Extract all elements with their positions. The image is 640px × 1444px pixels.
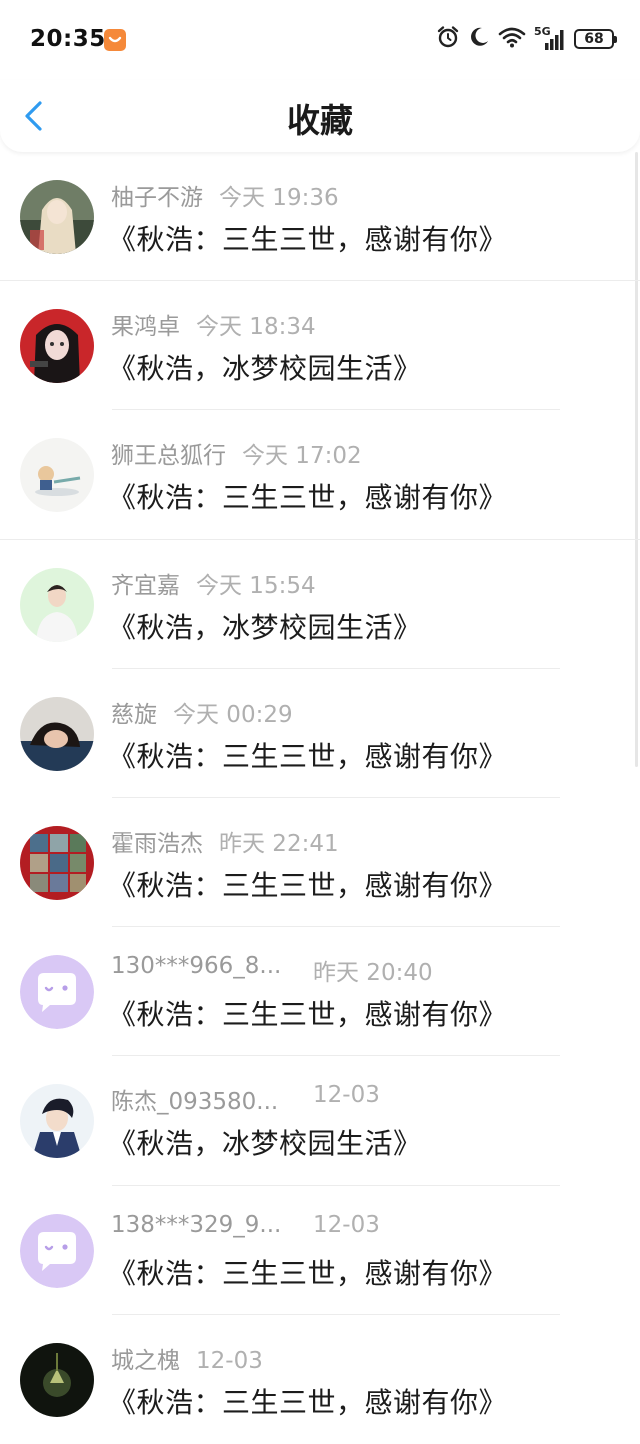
avatar[interactable] — [20, 567, 94, 642]
list-item[interactable]: 138***329_9... 12-03 《秋浩：三生三世，感谢有你》 — [0, 1186, 640, 1315]
author-name[interactable]: 130***966_8... — [111, 953, 297, 979]
author-name[interactable]: 齐宜嘉 — [111, 566, 180, 600]
story-title[interactable]: 《秋浩，冰梦校园生活》 — [108, 606, 422, 646]
avatar[interactable] — [20, 696, 94, 771]
item-meta: 果鸿卓 今天 18:34 — [111, 307, 316, 341]
timestamp: 今天 00:29 — [173, 701, 293, 728]
list-item[interactable]: 霍雨浩杰 昨天 22:41 《秋浩：三生三世，感谢有你》 — [0, 798, 640, 928]
item-meta: 狮王总狐行 今天 17:02 — [111, 436, 362, 470]
list-item[interactable]: 陈杰_093580... 12-03 《秋浩，冰梦校园生活》 — [0, 1056, 640, 1186]
timestamp: 昨天 20:40 — [313, 960, 433, 987]
author-name[interactable]: 城之槐 — [111, 1341, 180, 1375]
avatar[interactable] — [20, 1084, 94, 1159]
item-meta: 霍雨浩杰 昨天 22:41 — [111, 824, 339, 858]
timestamp: 今天 17:02 — [242, 443, 362, 470]
timestamp: 今天 15:54 — [196, 572, 316, 599]
timestamp: 12-03 — [196, 1347, 263, 1374]
list-item[interactable]: 慈旋 今天 00:29 《秋浩：三生三世，感谢有你》 — [0, 669, 640, 798]
story-title[interactable]: 《秋浩：三生三世，感谢有你》 — [108, 735, 507, 775]
battery-indicator: 68 — [574, 29, 617, 49]
list-item[interactable]: 齐宜嘉 今天 15:54 《秋浩，冰梦校园生活》 — [0, 540, 640, 669]
story-title[interactable]: 《秋浩：三生三世，感谢有你》 — [108, 218, 507, 258]
status-bar: 20:35 5G 68 — [0, 0, 640, 80]
author-name[interactable]: 慈旋 — [111, 695, 157, 729]
avatar[interactable] — [20, 309, 94, 384]
story-title[interactable]: 《秋浩：三生三世，感谢有你》 — [108, 864, 507, 904]
item-meta: 138***329_9... 12-03 — [111, 1212, 380, 1238]
alarm-icon — [436, 25, 460, 53]
author-name[interactable]: 138***329_9... — [111, 1212, 297, 1238]
default-avatar-icon[interactable] — [20, 1213, 94, 1288]
author-name[interactable]: 陈杰_093580... — [111, 1082, 297, 1116]
list-item[interactable]: 柚子不游 今天 19:36 《秋浩：三生三世，感谢有你》 — [0, 152, 640, 282]
timestamp: 今天 19:36 — [219, 185, 339, 211]
list-item[interactable]: 城之槐 12-03 《秋浩：三生三世，感谢有你》 — [0, 1315, 640, 1444]
item-meta: 齐宜嘉 今天 15:54 — [111, 566, 316, 600]
timestamp: 12-03 — [313, 1211, 380, 1238]
item-meta: 慈旋 今天 00:29 — [111, 695, 293, 729]
author-name[interactable]: 狮王总狐行 — [111, 436, 226, 470]
story-title[interactable]: 《秋浩，冰梦校园生活》 — [108, 1122, 422, 1162]
header: 收藏 — [0, 80, 640, 152]
story-title[interactable]: 《秋浩：三生三世，感谢有你》 — [108, 476, 507, 516]
item-meta: 城之槐 12-03 — [111, 1341, 263, 1375]
signal-icon: 5G — [534, 25, 566, 51]
author-name[interactable]: 霍雨浩杰 — [111, 824, 203, 858]
status-time: 20:35 — [30, 26, 106, 52]
item-meta: 陈杰_093580... 12-03 — [111, 1082, 380, 1116]
favorites-list: 柚子不游 今天 19:36 《秋浩：三生三世，感谢有你》 果鸿卓 今天 18:34 … — [0, 152, 640, 1444]
battery-level: 68 — [584, 31, 604, 47]
story-title[interactable]: 《秋浩，冰梦校园生活》 — [108, 347, 422, 387]
notification-app-icon — [104, 29, 126, 51]
list-item[interactable]: 果鸿卓 今天 18:34 《秋浩，冰梦校园生活》 — [0, 281, 640, 411]
avatar[interactable] — [20, 180, 94, 254]
page-title: 收藏 — [287, 101, 353, 140]
list-item[interactable]: 狮王总狐行 今天 17:02 《秋浩：三生三世，感谢有你》 — [0, 410, 640, 540]
timestamp: 12-03 — [313, 1082, 380, 1109]
timestamp: 今天 18:34 — [196, 314, 316, 341]
story-title[interactable]: 《秋浩：三生三世，感谢有你》 — [108, 1252, 507, 1292]
timestamp: 昨天 22:41 — [219, 830, 339, 857]
author-name[interactable]: 果鸿卓 — [111, 307, 180, 341]
list-item[interactable]: 130***966_8... 昨天 20:40 《秋浩：三生三世，感谢有你》 — [0, 927, 640, 1057]
story-title[interactable]: 《秋浩：三生三世，感谢有你》 — [108, 993, 507, 1033]
moon-icon — [468, 26, 490, 52]
item-meta: 柚子不游 今天 19:36 — [111, 178, 339, 212]
author-name[interactable]: 柚子不游 — [111, 178, 203, 212]
avatar[interactable] — [20, 825, 94, 900]
avatar[interactable] — [20, 438, 94, 513]
story-title[interactable]: 《秋浩：三生三世，感谢有你》 — [108, 1381, 507, 1421]
item-meta: 130***966_8... 昨天 20:40 — [111, 953, 433, 987]
wifi-icon — [498, 26, 526, 52]
default-avatar-icon[interactable] — [20, 955, 94, 1030]
avatar[interactable] — [20, 1342, 94, 1417]
